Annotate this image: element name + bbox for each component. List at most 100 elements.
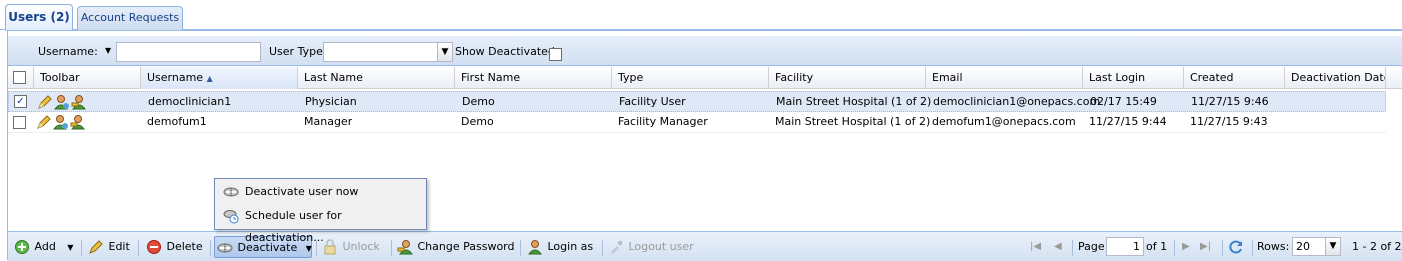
cell-username: democlinician1 bbox=[148, 95, 232, 108]
usertype-filter-label: User Type: bbox=[269, 45, 327, 58]
last-page-icon[interactable]: ▶| bbox=[1200, 236, 1211, 258]
cell-facility: Main Street Hospital (1 of 2) bbox=[775, 115, 931, 128]
page-count-label: of 1 bbox=[1146, 240, 1168, 253]
row-toolbar bbox=[37, 92, 88, 112]
paging-summary: 1 - 2 of 2 bbox=[1352, 240, 1402, 253]
menu-item-schedule-deactivation[interactable]: Schedule user for deactivation... bbox=[218, 205, 423, 244]
username-filter-dropdown-icon[interactable]: ▼ bbox=[105, 46, 111, 55]
cell-last-name: Manager bbox=[304, 115, 353, 128]
select-all-checkbox[interactable] bbox=[13, 71, 26, 84]
column-type[interactable]: Type bbox=[612, 67, 769, 89]
cell-email: democlinician1@onepacs.com bbox=[933, 95, 1101, 108]
row-checkbox[interactable] bbox=[13, 116, 26, 129]
show-deactivated-checkbox[interactable] bbox=[549, 48, 562, 61]
column-toolbar[interactable]: Toolbar bbox=[34, 67, 141, 89]
column-last-login[interactable]: Last Login bbox=[1083, 67, 1184, 89]
column-username[interactable]: Username ▲ bbox=[141, 67, 298, 89]
show-deactivated-label: Show Deactivated: bbox=[455, 45, 559, 58]
tab-account-requests[interactable]: Account Requests bbox=[77, 6, 183, 30]
toolbar-separator bbox=[1072, 240, 1073, 256]
delete-icon bbox=[147, 240, 161, 254]
user-icon[interactable] bbox=[54, 94, 70, 110]
column-first-name[interactable]: First Name bbox=[455, 67, 612, 89]
toolbar-separator bbox=[391, 240, 392, 256]
cell-deactivation-date bbox=[1285, 112, 1291, 132]
column-created[interactable]: Created bbox=[1184, 67, 1285, 89]
unlock-button[interactable]: Unlock bbox=[322, 236, 380, 258]
add-button[interactable]: Add ▼ bbox=[14, 236, 73, 258]
login-as-button[interactable]: Login as bbox=[527, 236, 593, 258]
pencil-icon[interactable] bbox=[36, 114, 52, 130]
key-user-icon[interactable] bbox=[70, 114, 86, 130]
column-deactivation-date[interactable]: Deactivation Date bbox=[1285, 67, 1386, 89]
login-as-label: Login as bbox=[547, 240, 594, 253]
rows-label: Rows: bbox=[1257, 240, 1290, 253]
filter-toolbar: Username: ▼ User Type: ▼ Show Deactivate… bbox=[8, 36, 1402, 66]
table-row[interactable]: demofum1 Manager Demo Facility Manager M… bbox=[8, 112, 1386, 133]
toolbar-separator bbox=[1222, 240, 1223, 256]
column-email[interactable]: Email bbox=[926, 67, 1083, 89]
page-number-input[interactable] bbox=[1106, 237, 1144, 256]
menu-item-deactivate-now[interactable]: Deactivate user now bbox=[218, 181, 423, 203]
cell-created: 11/27/15 9:46 bbox=[1191, 95, 1269, 108]
add-icon bbox=[15, 240, 29, 254]
change-password-label: Change Password bbox=[417, 240, 515, 253]
rows-per-page-select[interactable] bbox=[1292, 237, 1326, 256]
page-label: Page bbox=[1078, 240, 1105, 253]
usertype-filter-select[interactable] bbox=[323, 42, 439, 62]
cell-first-name: Demo bbox=[462, 95, 495, 108]
cell-last-name: Physician bbox=[305, 95, 357, 108]
table-row[interactable]: ✓ democlinician1 Physician Demo Facility… bbox=[8, 91, 1386, 112]
deactivate-icon bbox=[217, 243, 233, 253]
username-filter-input[interactable] bbox=[116, 42, 261, 62]
pencil-icon[interactable] bbox=[37, 94, 53, 110]
delete-button[interactable]: Delete bbox=[146, 236, 203, 258]
cell-username: demofum1 bbox=[147, 115, 207, 128]
edit-button-label: Edit bbox=[108, 240, 130, 253]
username-filter-label: Username: bbox=[38, 45, 98, 58]
toolbar-separator bbox=[210, 240, 211, 256]
menu-item-label: Deactivate user now bbox=[245, 185, 359, 198]
logout-user-label: Logout user bbox=[628, 240, 694, 253]
add-dropdown-icon[interactable]: ▼ bbox=[67, 243, 73, 252]
next-page-icon[interactable]: ▶ bbox=[1182, 236, 1190, 258]
cell-last-login: 02/17 15:49 bbox=[1090, 95, 1157, 108]
select-all-header bbox=[8, 67, 34, 89]
deactivate-menu: Deactivate user now Schedule user for de… bbox=[214, 178, 427, 244]
toolbar-separator bbox=[520, 240, 521, 256]
prev-page-icon[interactable]: ◀ bbox=[1054, 236, 1062, 258]
toolbar-separator bbox=[1174, 240, 1175, 256]
toolbar-separator bbox=[1252, 240, 1253, 256]
lock-icon bbox=[324, 239, 336, 255]
rows-dropdown-icon[interactable]: ▼ bbox=[1325, 237, 1341, 256]
column-username-label: Username bbox=[147, 71, 204, 84]
cell-last-login: 11/27/15 9:44 bbox=[1089, 115, 1167, 128]
deactivate-icon bbox=[223, 187, 239, 197]
plug-icon bbox=[611, 240, 623, 254]
user-icon[interactable] bbox=[53, 114, 69, 130]
add-button-label: Add bbox=[34, 240, 56, 253]
usertype-dropdown-icon[interactable]: ▼ bbox=[437, 42, 453, 62]
column-last-name[interactable]: Last Name bbox=[298, 67, 455, 89]
sort-ascending-icon: ▲ bbox=[206, 74, 213, 83]
row-checkbox[interactable]: ✓ bbox=[14, 95, 27, 108]
bottom-toolbar: Add ▼ Edit Delete Deactivate ▼ Unlock Ch… bbox=[8, 231, 1402, 261]
first-page-icon[interactable]: |◀ bbox=[1030, 236, 1041, 258]
tab-strip: Users (2) Account Requests bbox=[0, 0, 1402, 31]
cell-email: demofum1@onepacs.com bbox=[932, 115, 1076, 128]
edit-button[interactable]: Edit bbox=[88, 236, 130, 258]
grid-header: Toolbar Username ▲ Last Name First Name … bbox=[8, 67, 1402, 89]
column-facility[interactable]: Facility bbox=[769, 67, 926, 89]
cell-facility: Main Street Hospital (1 of 2) bbox=[776, 95, 932, 108]
key-user-icon[interactable] bbox=[71, 94, 87, 110]
tab-users[interactable]: Users (2) bbox=[5, 4, 73, 31]
row-toolbar bbox=[36, 112, 87, 132]
cell-created: 11/27/15 9:43 bbox=[1190, 115, 1268, 128]
change-password-button[interactable]: Change Password bbox=[397, 236, 515, 258]
toolbar-separator bbox=[81, 240, 82, 256]
cell-type: Facility User bbox=[619, 95, 686, 108]
pencil-icon bbox=[89, 240, 103, 254]
refresh-icon[interactable] bbox=[1228, 236, 1245, 258]
logout-user-button[interactable]: Logout user bbox=[608, 236, 694, 258]
unlock-button-label: Unlock bbox=[342, 240, 380, 253]
